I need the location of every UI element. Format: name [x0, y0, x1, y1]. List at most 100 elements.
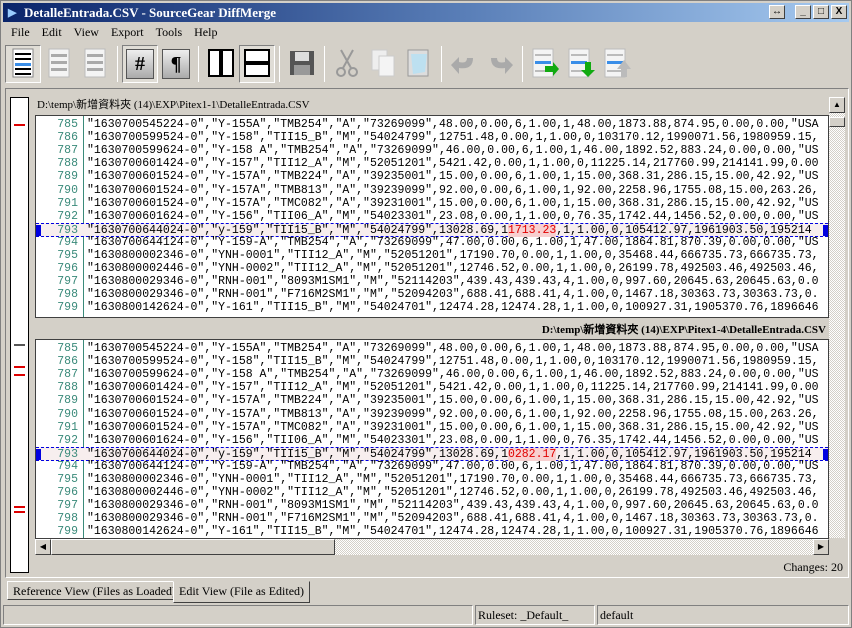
changed-value: 0282.17: [507, 447, 557, 461]
file-line[interactable]: 796 "1630800002446-0","YNH-0002","TII12_A…: [36, 262, 828, 275]
tab-reference-view[interactable]: Reference View (Files as Loaded): [7, 581, 182, 600]
line-text: "1630700601524-0","Y-157A","TMB813","A",…: [87, 184, 819, 197]
line-text: "1630700644024-0","y-159","TII15_B","M",…: [87, 223, 812, 237]
line-text: "1630700601424-0","Y-157","TII12_A","M",…: [87, 157, 819, 170]
file-line[interactable]: 792 "1630700601624-0","Y-156","TII06_A","…: [36, 210, 828, 223]
file-line[interactable]: 788 "1630700601424-0","Y-157","TII12_A","…: [36, 157, 828, 170]
file-line[interactable]: 788 "1630700601424-0","Y-157","TII12_A","…: [36, 381, 828, 394]
save-icon: [288, 49, 316, 80]
stacked-view-button[interactable]: [239, 45, 275, 83]
horizontal-scrollbar[interactable]: ◀ ▶: [35, 539, 829, 555]
file-line[interactable]: 786 "1630700599524-0","Y-158","TII15_B","…: [36, 131, 828, 144]
file-line[interactable]: 790 "1630700601524-0","Y-157A","TMB813","…: [36, 184, 828, 197]
menu-tools[interactable]: Tools: [150, 24, 189, 42]
file-line[interactable]: 787 "1630700599624-0","Y-158 A","TMB254",…: [36, 368, 828, 381]
side-by-side-button[interactable]: [203, 45, 239, 83]
changed-value: 1713.23: [507, 223, 557, 237]
line-number: 798: [57, 512, 78, 526]
previous-change-button[interactable]: [599, 45, 635, 83]
vertical-scroll-thumb[interactable]: [829, 117, 845, 127]
redo-button[interactable]: [482, 45, 518, 83]
scroll-up-button[interactable]: ▲: [829, 97, 845, 113]
line-text: "1630800029346-0","RNH-001","F716M2SM1",…: [87, 512, 819, 525]
maximize-button[interactable]: □: [813, 5, 829, 19]
line-number: 793: [57, 447, 78, 461]
minimize-button[interactable]: _: [795, 5, 811, 19]
line-number: 797: [57, 275, 78, 289]
diff-line[interactable]: 793 "1630700644024-0","y-159","TII15_B","…: [36, 446, 828, 461]
show-diffs-context-button[interactable]: [77, 45, 113, 83]
scroll-left-button[interactable]: ◀: [35, 539, 51, 555]
top-file-pane[interactable]: 785 "1630700545224-0","Y-155A","TMB254","…: [35, 115, 829, 318]
overview-change-marker[interactable]: [14, 374, 25, 376]
change-overview-strip[interactable]: [10, 97, 29, 573]
status-mode: default: [597, 605, 849, 625]
file-line[interactable]: 785 "1630700545224-0","Y-155A","TMB254","…: [36, 342, 828, 355]
line-text-segment: "1630700545224-0","Y-155A","TMB254","A",…: [87, 342, 819, 355]
line-number: 788: [57, 381, 78, 395]
apply-change-button[interactable]: [527, 45, 563, 83]
pilcrow-button[interactable]: ¶: [158, 45, 194, 83]
line-text: "1630700644024-0","y-159","TII15_B","M",…: [87, 447, 812, 461]
next-change-button[interactable]: [563, 45, 599, 83]
status-message: [3, 605, 473, 625]
vertical-scrollbar[interactable]: [829, 113, 845, 538]
line-text-segment: "1630700644124-0","Y-159-A","TMB254","A"…: [87, 459, 819, 473]
copy-button[interactable]: [365, 45, 401, 83]
file-line[interactable]: 786 "1630700599524-0","Y-158","TII15_B","…: [36, 355, 828, 368]
scroll-right-button[interactable]: ▶: [813, 539, 829, 555]
file-line[interactable]: 785 "1630700545224-0","Y-155A","TMB254","…: [36, 118, 828, 131]
pilcrow-label: ¶: [162, 49, 190, 79]
file-line[interactable]: 790 "1630700601524-0","Y-157A","TMB813","…: [36, 408, 828, 421]
file-line[interactable]: 787 "1630700599624-0","Y-158 A","TMB254",…: [36, 144, 828, 157]
line-text: "1630800142624-0","Y-161","TII15_B","M",…: [87, 525, 819, 538]
horizontal-scroll-thumb[interactable]: [51, 539, 335, 555]
file-line[interactable]: 796 "1630800002446-0","YNH-0002","TII12_A…: [36, 486, 828, 499]
file-line[interactable]: 795 "1630800002346-0","YNH-0001","TII12_A…: [36, 249, 828, 262]
line-number: 799: [57, 525, 78, 539]
bottom-file-pane[interactable]: 785 "1630700545224-0","Y-155A","TMB254","…: [35, 339, 829, 539]
menu-help[interactable]: Help: [188, 24, 223, 42]
cut-button[interactable]: [329, 45, 365, 83]
file-line[interactable]: 791 "1630700601524-0","Y-157A","TMC082","…: [36, 421, 828, 434]
file-line[interactable]: 795 "1630800002346-0","YNH-0001","TII12_A…: [36, 473, 828, 486]
undo-button[interactable]: [446, 45, 482, 83]
line-numbers-button[interactable]: #: [122, 45, 158, 83]
stacked-view-icon: [243, 48, 271, 81]
line-text-segment: "1630700601524-0","Y-157A","TMB813","A",…: [87, 183, 819, 197]
overview-change-marker[interactable]: [14, 366, 25, 368]
show-diffs-only-button[interactable]: [41, 45, 77, 83]
file-line[interactable]: 799 "1630800142624-0","Y-161","TII15_B","…: [36, 525, 828, 538]
line-text: "1630700644124-0","Y-159-A","TMB254","A"…: [87, 460, 819, 473]
file-line[interactable]: 797 "1630800029346-0","RNH-001","8093M1SM…: [36, 275, 828, 288]
menu-export[interactable]: Export: [105, 24, 150, 42]
overview-change-marker[interactable]: [14, 124, 25, 126]
file-line[interactable]: 798 "1630800029346-0","RNH-001","F716M2SM…: [36, 288, 828, 301]
file-line[interactable]: 792 "1630700601624-0","Y-156","TII06_A","…: [36, 434, 828, 447]
line-text-segment: "1630800029346-0","RNH-001","8093M1SM1",…: [87, 499, 819, 513]
overview-change-marker[interactable]: [14, 506, 25, 508]
menu-edit[interactable]: Edit: [36, 24, 68, 42]
overview-change-marker[interactable]: [14, 511, 25, 513]
save-button[interactable]: [284, 45, 320, 83]
file-line[interactable]: 794 "1630700644124-0","Y-159-A","TMB254",…: [36, 460, 828, 473]
resize-toggle-button[interactable]: ↔: [769, 5, 785, 19]
line-number: 787: [57, 368, 78, 382]
show-all-lines-button[interactable]: [5, 45, 41, 83]
close-button[interactable]: X: [831, 5, 847, 19]
file-line[interactable]: 789 "1630700601524-0","Y-157A","TMB224","…: [36, 394, 828, 407]
overview-change-marker[interactable]: [14, 344, 25, 346]
line-text-segment: "1630700599524-0","Y-158","TII15_B","M",…: [87, 131, 819, 145]
file-line[interactable]: 797 "1630800029346-0","RNH-001","8093M1SM…: [36, 499, 828, 512]
menu-view[interactable]: View: [68, 24, 105, 42]
line-text-segment: "1630800142624-0","Y-161","TII15_B","M",…: [87, 525, 819, 539]
menu-file[interactable]: File: [5, 24, 36, 42]
diff-line[interactable]: 793 "1630700644024-0","y-159","TII15_B","…: [36, 222, 828, 237]
file-line[interactable]: 794 "1630700644124-0","Y-159-A","TMB254",…: [36, 236, 828, 249]
tab-edit-view[interactable]: Edit View (File as Edited): [173, 581, 311, 603]
file-line[interactable]: 789 "1630700601524-0","Y-157A","TMB224","…: [36, 170, 828, 183]
file-line[interactable]: 798 "1630800029346-0","RNH-001","F716M2SM…: [36, 512, 828, 525]
file-line[interactable]: 791 "1630700601524-0","Y-157A","TMC082","…: [36, 197, 828, 210]
file-line[interactable]: 799 "1630800142624-0","Y-161","TII15_B","…: [36, 301, 828, 314]
paste-button[interactable]: [401, 45, 437, 83]
